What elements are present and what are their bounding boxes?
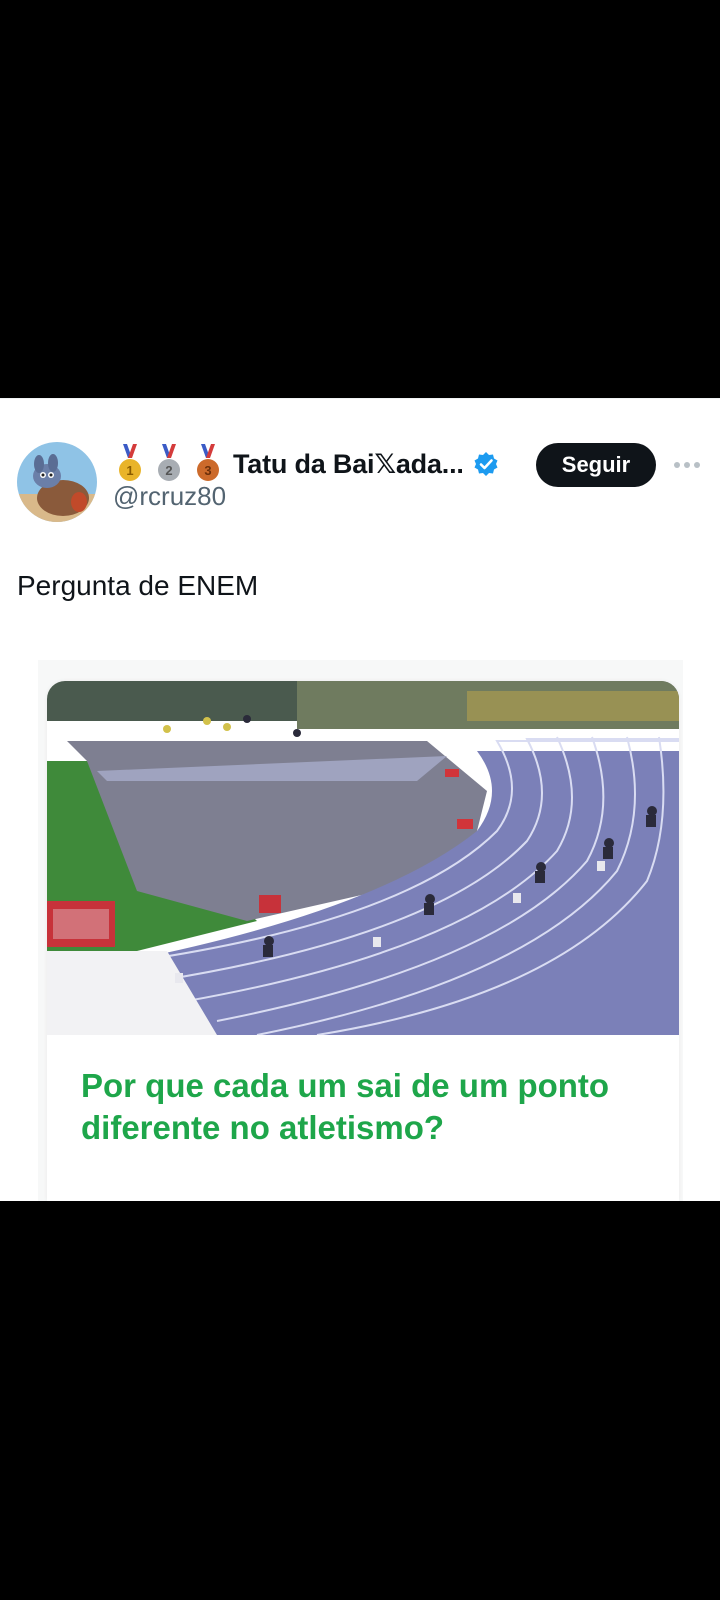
post-text: Pergunta de ENEM	[17, 570, 259, 601]
gold-medal-icon: 1	[116, 444, 144, 484]
svg-text:2: 2	[165, 463, 172, 478]
embedded-image[interactable]: Por que cada um sai de um ponto diferent…	[47, 681, 679, 1201]
verified-badge-icon	[473, 451, 499, 477]
display-name[interactable]: Tatu da Bai𝕏ada...	[233, 449, 464, 480]
author-name-row[interactable]: 1 2 3 Tatu da Bai𝕏ada...	[116, 444, 499, 484]
bronze-medal-icon: 3	[194, 444, 222, 484]
more-options-icon[interactable]	[672, 452, 702, 478]
svg-text:1: 1	[126, 463, 133, 478]
svg-text:3: 3	[204, 463, 211, 478]
avatar[interactable]	[17, 442, 97, 522]
top-black-area	[0, 0, 720, 398]
bottom-black-area	[0, 1201, 720, 1600]
follow-button[interactable]: Seguir	[536, 443, 656, 487]
silver-medal-icon: 2	[155, 444, 183, 484]
image-caption: Por que cada um sai de um ponto diferent…	[81, 1067, 610, 1146]
author-handle[interactable]: @rcruz80	[113, 481, 226, 512]
track-photo	[47, 681, 679, 1035]
